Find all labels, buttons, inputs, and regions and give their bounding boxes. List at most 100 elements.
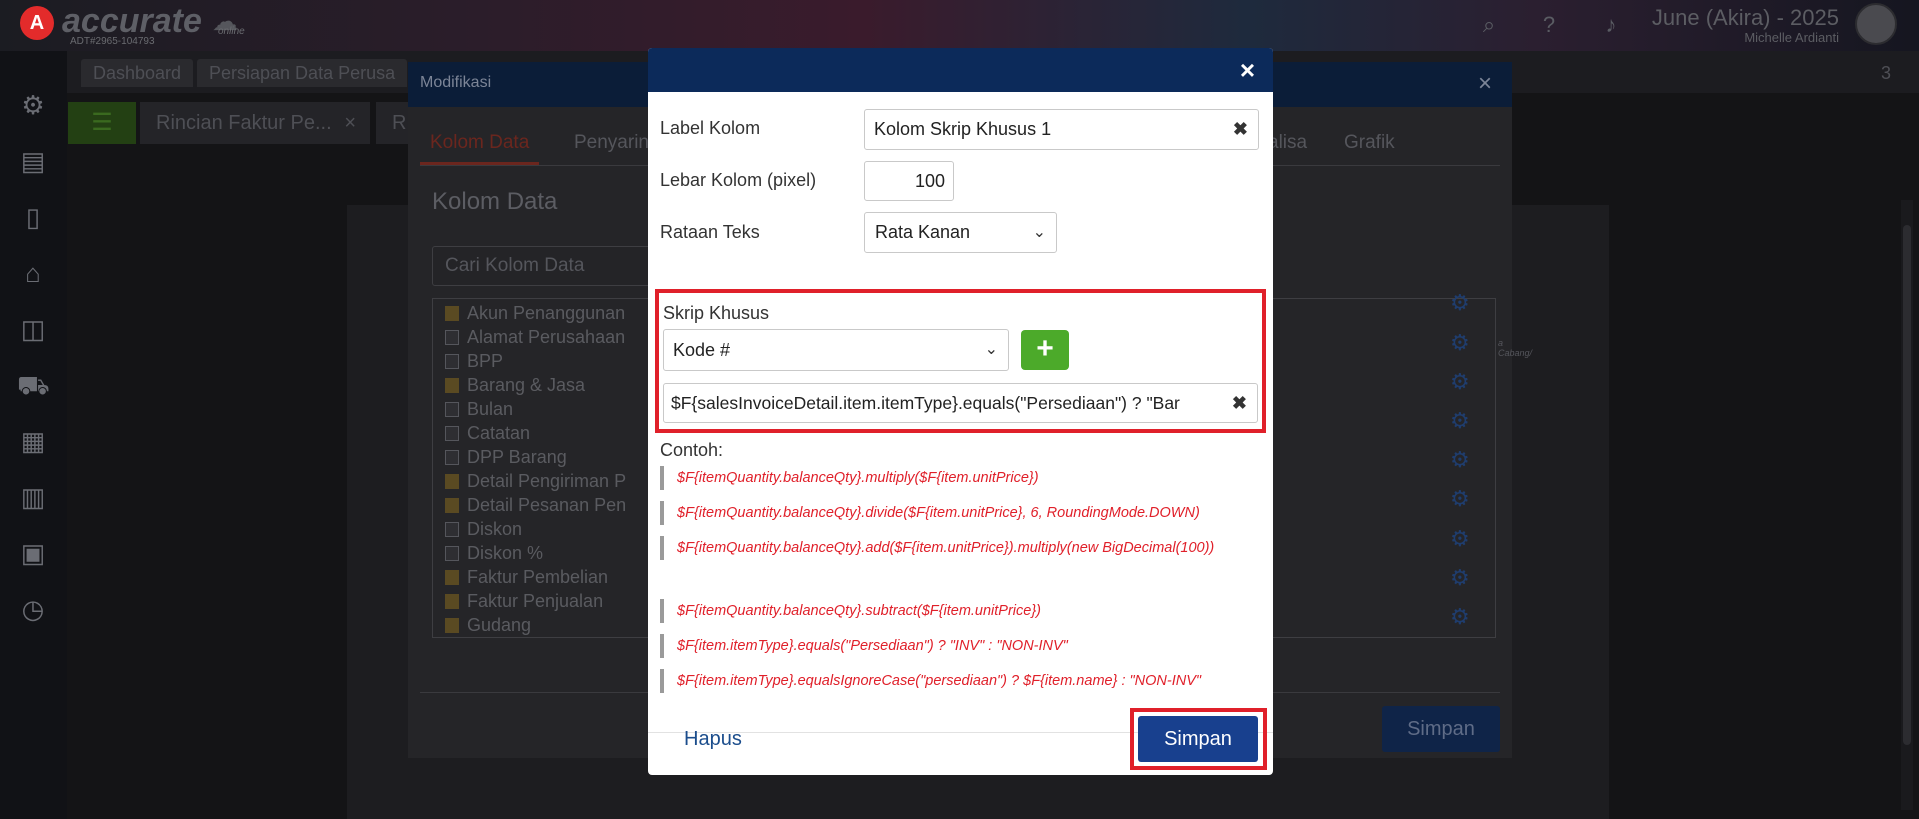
delete-button[interactable]: Hapus: [684, 728, 742, 751]
help-icon[interactable]: ?: [1536, 12, 1562, 38]
gear-icon[interactable]: ⚙: [1450, 408, 1470, 434]
tree-item-label: Alamat Perusahaan: [467, 327, 626, 347]
field-select[interactable]: Kode # ⌄: [663, 329, 1009, 371]
tree-item-label: Bulan: [467, 399, 514, 419]
tab-dashboard[interactable]: Dashboard: [81, 59, 194, 87]
tree-item[interactable]: Diskon: [445, 519, 522, 543]
close-icon[interactable]: ×: [344, 102, 356, 144]
account-id: ADT#2965-104793: [70, 36, 155, 47]
folder-icon: [445, 570, 459, 585]
truck-icon[interactable]: ▦: [17, 425, 49, 457]
gear-icon[interactable]: ⚙: [1450, 369, 1470, 395]
example-2: $F{itemQuantity.balanceQty}.divide($F{it…: [660, 501, 1260, 525]
tab-persiapan[interactable]: Persiapan Data Perusa: [197, 59, 408, 87]
lebar-kolom-input[interactable]: 100: [864, 161, 954, 201]
tree-item[interactable]: Barang & Jasa: [445, 375, 585, 399]
gear-icon[interactable]: ⚙: [1450, 330, 1470, 356]
chevron-down-icon: ⌄: [984, 341, 998, 358]
close-icon[interactable]: ×: [1478, 70, 1492, 98]
example-3: $F{itemQuantity.balanceQty}.add($F{item.…: [660, 536, 1260, 560]
gear-icon[interactable]: ⚙: [1450, 604, 1470, 630]
tree-item[interactable]: Alamat Perusahaan: [445, 327, 625, 351]
bag-icon[interactable]: ◫: [17, 313, 49, 345]
search-icon[interactable]: ⌕: [1476, 12, 1502, 38]
company-name[interactable]: June (Akira) - 2025: [1652, 5, 1839, 31]
tree-item[interactable]: Detail Pengiriman P: [445, 471, 626, 495]
tree-item[interactable]: Bulan: [445, 399, 513, 423]
tree-item-label: Detail Pesanan Pen: [467, 495, 627, 515]
building-icon[interactable]: ▤: [17, 145, 49, 177]
clear-icon[interactable]: ✖: [1233, 110, 1248, 149]
folder-icon: [445, 306, 459, 321]
bell-icon[interactable]: ♪: [1598, 12, 1624, 38]
accurate-logo-icon: A: [20, 6, 54, 40]
tree-item-label: Gudang: [467, 615, 532, 635]
tree-item-label: DPP Barang: [467, 447, 567, 467]
tab-count[interactable]: 3: [1869, 59, 1903, 87]
scrollbar-thumb[interactable]: [1903, 225, 1911, 745]
folder-icon: [445, 498, 459, 513]
folder-icon: [445, 378, 459, 393]
gear-icon[interactable]: ⚙: [1450, 447, 1470, 473]
gear-icon[interactable]: ⚙: [1450, 526, 1470, 552]
script-input[interactable]: $F{salesInvoiceDetail.item.itemType}.equ…: [663, 383, 1258, 423]
example-4: $F{itemQuantity.balanceQty}.subtract($F{…: [660, 599, 1260, 623]
report-icon[interactable]: ▣: [17, 537, 49, 569]
tree-item[interactable]: BPP: [445, 351, 503, 375]
close-icon[interactable]: ×: [1240, 55, 1255, 86]
tree-item[interactable]: Catatan: [445, 423, 530, 447]
rataan-teks-select[interactable]: Rata Kanan ⌄: [864, 212, 1057, 253]
tab-penyaring[interactable]: Penyarin: [574, 132, 649, 154]
tree-item-label: Faktur Penjualan: [467, 591, 604, 611]
gear-icon[interactable]: ⚙: [17, 89, 49, 121]
lebar-kolom-label: Lebar Kolom (pixel): [660, 170, 817, 190]
bank-icon[interactable]: ⌂: [17, 257, 49, 289]
tree-item-label: Faktur Pembelian: [467, 567, 609, 587]
tree-item[interactable]: Gudang: [445, 615, 532, 637]
rataan-teks-value: Rata Kanan: [875, 222, 971, 242]
tree-item-label: BPP: [467, 351, 504, 371]
tree-item-label: Akun Penanggunan: [467, 303, 626, 323]
field-select-value: Kode #: [673, 340, 731, 360]
tab-rincian-faktur[interactable]: Rincian Faktur Pe... ×: [140, 102, 370, 144]
label-kolom-label: Label Kolom: [660, 118, 761, 138]
tab-grafik[interactable]: Grafik: [1344, 132, 1395, 154]
tree-item[interactable]: Faktur Penjualan: [445, 591, 603, 615]
save-button[interactable]: Simpan: [1382, 706, 1500, 752]
clear-icon[interactable]: ✖: [1232, 384, 1247, 422]
custom-script-modal: × Label Kolom Kolom Skrip Khusus 1 ✖ Leb…: [648, 48, 1273, 775]
chevron-down-icon: ⌄: [1032, 224, 1046, 241]
file-icon: [445, 522, 459, 537]
logo-online: online: [218, 26, 245, 37]
tree-item[interactable]: Akun Penanggunan: [445, 303, 625, 327]
script-value: $F{salesInvoiceDetail.item.itemType}.equ…: [671, 393, 1180, 413]
label-kolom-value: Kolom Skrip Khusus 1: [874, 119, 1052, 139]
tree-item[interactable]: Faktur Pembelian: [445, 567, 608, 591]
tree-item[interactable]: Detail Pesanan Pen: [445, 495, 626, 519]
gear-icon[interactable]: ⚙: [1450, 565, 1470, 591]
add-field-button[interactable]: +: [1021, 330, 1069, 370]
gear-icon[interactable]: ⚙: [1450, 486, 1470, 512]
sidebar: ⚙ ▤ ▯ ⌂ ◫ ⛟ ▦ ▥ ▣ ◷: [0, 51, 67, 819]
file-icon: [445, 354, 459, 369]
label-kolom-input[interactable]: Kolom Skrip Khusus 1 ✖: [864, 109, 1259, 150]
tree-item[interactable]: DPP Barang: [445, 447, 567, 471]
gear-icon[interactable]: ⚙: [1450, 290, 1470, 316]
file-icon: [445, 402, 459, 417]
folder-icon: [445, 474, 459, 489]
cart-icon[interactable]: ⛟: [17, 369, 50, 401]
list-icon[interactable]: ☰: [68, 102, 136, 144]
search-input[interactable]: Cari Kolom Data: [432, 246, 652, 286]
save-button[interactable]: Simpan: [1138, 716, 1258, 762]
tree-item[interactable]: Diskon %: [445, 543, 543, 567]
clock-icon[interactable]: ◷: [17, 593, 49, 625]
avatar[interactable]: [1855, 3, 1897, 45]
skrip-khusus-label: Skrip Khusus: [663, 303, 770, 323]
book-icon[interactable]: ▯: [17, 201, 49, 233]
save-highlight: Simpan: [1130, 708, 1267, 770]
tab-analisa[interactable]: alisa: [1268, 132, 1307, 154]
example-5: $F{item.itemType}.equals("Persediaan") ?…: [660, 634, 1260, 658]
tab-kolom-data[interactable]: Kolom Data: [420, 132, 540, 165]
factory-icon[interactable]: ▥: [17, 481, 49, 513]
example-6: $F{item.itemType}.equalsIgnoreCase("pers…: [660, 669, 1260, 693]
